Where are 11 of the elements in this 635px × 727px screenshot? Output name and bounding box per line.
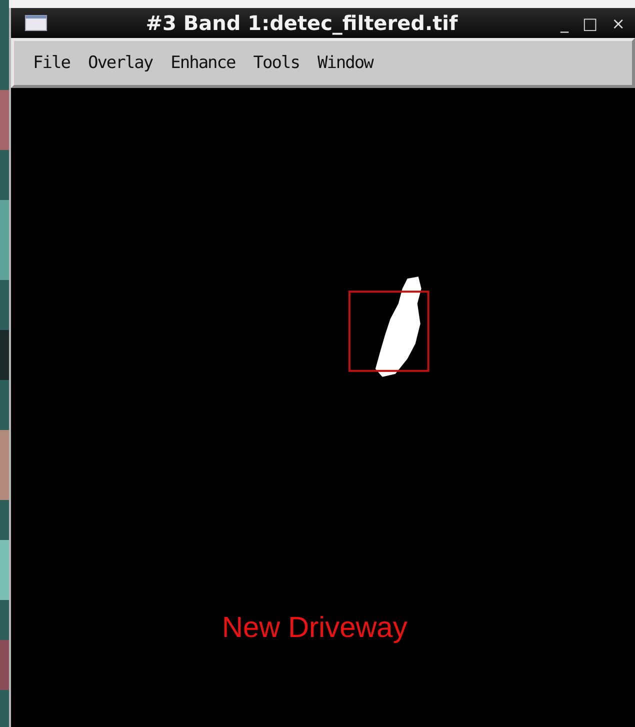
window-icon[interactable] bbox=[25, 15, 47, 31]
image-caption: New Driveway bbox=[222, 612, 408, 645]
menu-item[interactable]: Window bbox=[310, 51, 380, 75]
menu-item[interactable]: Overlay bbox=[80, 51, 160, 75]
window-control-button[interactable]: × bbox=[608, 14, 629, 32]
menu-item[interactable]: File bbox=[26, 51, 77, 75]
menu-item[interactable]: Enhance bbox=[164, 51, 242, 75]
window-control-button[interactable]: □ bbox=[578, 14, 602, 32]
menu-item[interactable]: Tools bbox=[246, 51, 306, 75]
window-control-button[interactable]: _ bbox=[556, 14, 572, 32]
window-title: #3 Band 1:detec_filtered.tif bbox=[144, 11, 459, 35]
